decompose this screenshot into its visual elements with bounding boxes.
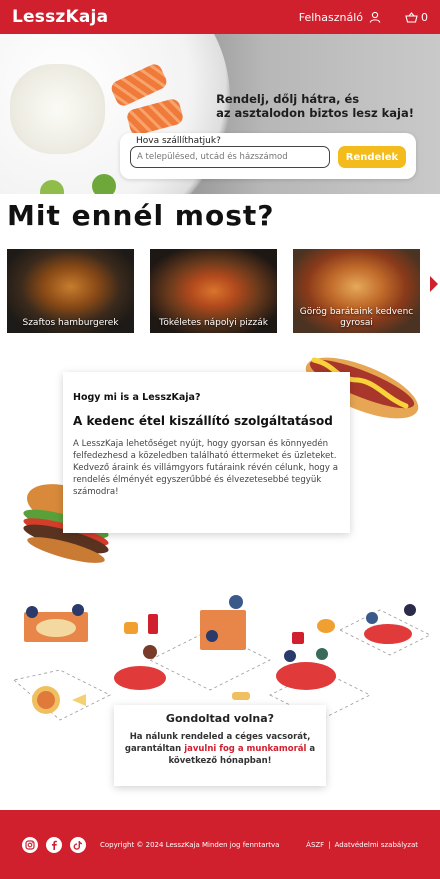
order-button[interactable]: Rendelek [338, 146, 406, 168]
category-card-gyros[interactable]: Görög barátaink kedvenc gyrosai [293, 249, 420, 333]
user-icon [369, 11, 381, 23]
user-menu-link[interactable]: Felhasználó [299, 11, 381, 24]
footer-separator: | [328, 840, 331, 849]
category-card-pizza[interactable]: Tökéletes nápolyi pizzák [150, 249, 277, 333]
order-label: Hova szállíthatjuk? [136, 136, 221, 146]
hero-rice [10, 64, 105, 154]
hero-tagline-line2: az asztalodon biztos lesz kaja! [216, 106, 414, 120]
hero-banner: Rendelj, dőlj hátra, és az asztalodon bi… [0, 34, 440, 194]
did-you-know-highlight: javulni fog a munkamorál [184, 744, 307, 754]
category-card-burgers[interactable]: Szaftos hamburgerek [7, 249, 134, 333]
about-body: A LesszKaja lehetőséget nyújt, hogy gyor… [73, 439, 338, 497]
privacy-link[interactable]: Adatvédelmi szabályzat [335, 841, 418, 849]
basket-icon [405, 11, 418, 23]
tiktok-icon[interactable] [70, 836, 86, 853]
did-you-know-card: Gondoltad volna? Ha nálunk rendeled a cé… [114, 705, 326, 786]
footer-links: ÁSZF | Adatvédelmi szabályzat [306, 841, 418, 849]
terms-link[interactable]: ÁSZF [306, 841, 324, 849]
address-input[interactable] [130, 146, 330, 168]
top-nav-bar: LesszKaja Felhasználó 0 [0, 0, 440, 34]
facebook-icon[interactable] [46, 836, 62, 853]
cart-button[interactable]: 0 [405, 11, 428, 24]
user-label: Felhasználó [298, 10, 363, 24]
about-eyebrow: Hogy mi is a LesszKaja? [73, 392, 201, 403]
about-heading: A kedenc étel kiszállító szolgáltatásod [73, 414, 333, 428]
section-title: Mit ennél most? [7, 199, 275, 232]
hero-tagline: Rendelj, dőlj hátra, és az asztalodon bi… [216, 92, 414, 120]
order-form: Hova szállíthatjuk? Rendelek [120, 133, 416, 179]
did-you-know-title: Gondoltad volna? [165, 712, 275, 725]
category-label: Szaftos hamburgerek [22, 318, 119, 328]
social-links [22, 836, 86, 853]
category-label: Görög barátaink kedvenc gyrosai [299, 307, 414, 328]
chevron-right-icon[interactable] [428, 274, 440, 294]
copyright-text: Copyright © 2024 LesszKaja Minden jog fe… [100, 840, 280, 849]
category-label: Tökéletes nápolyi pizzák [159, 318, 268, 328]
hero-edamame [92, 174, 116, 194]
about-card: Hogy mi is a LesszKaja? A kedenc étel ki… [63, 372, 350, 533]
footer: Copyright © 2024 LesszKaja Minden jog fe… [0, 810, 440, 879]
instagram-icon[interactable] [22, 836, 38, 853]
cart-count: 0 [421, 10, 428, 24]
did-you-know-body: Ha nálunk rendeled a céges vacsorát, gar… [114, 731, 326, 767]
hero-tagline-line1: Rendelj, dőlj hátra, és [216, 92, 360, 106]
header-actions: Felhasználó 0 [299, 11, 428, 24]
logo[interactable]: LesszKaja [12, 7, 108, 27]
